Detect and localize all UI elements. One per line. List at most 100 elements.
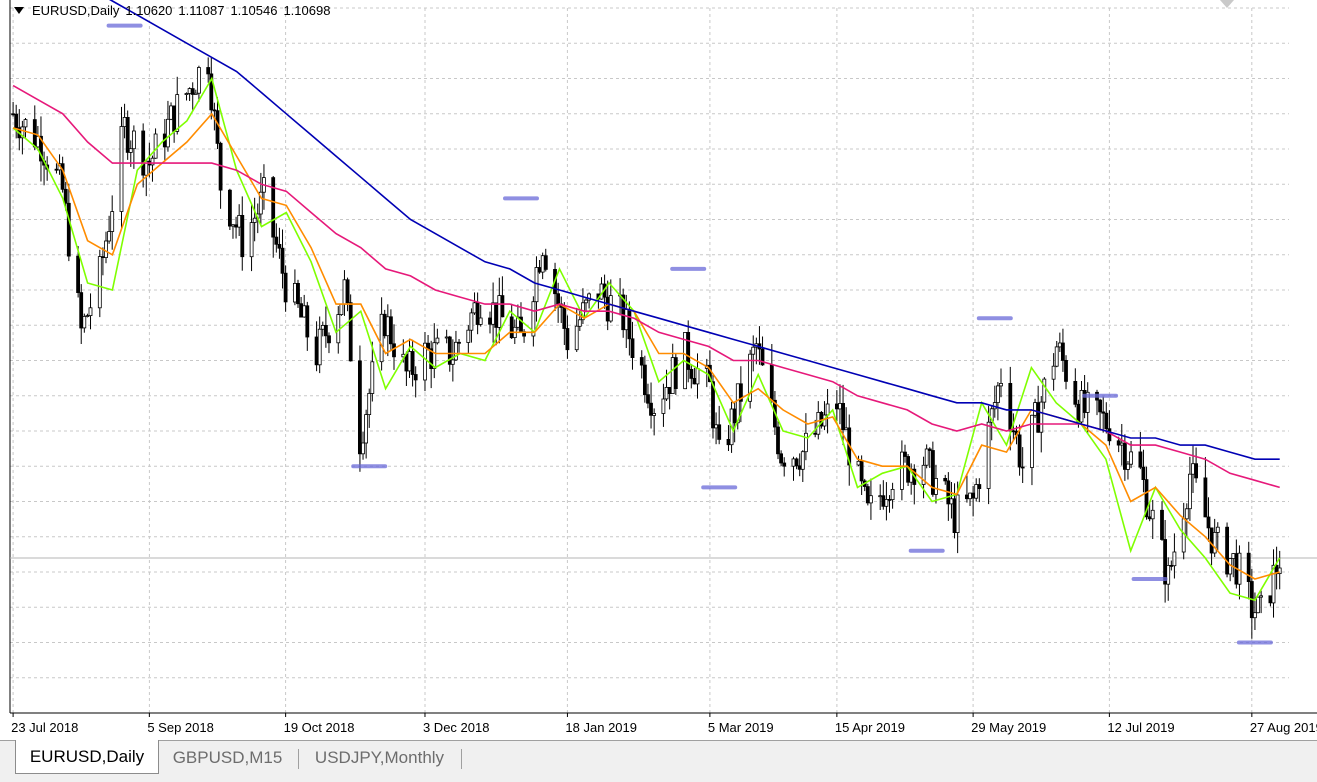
candle-body bbox=[791, 458, 796, 467]
tab-eurusd-daily[interactable]: EURUSD,Daily bbox=[15, 740, 159, 774]
candle-body bbox=[584, 299, 588, 304]
x-tick-label: 27 Aug 2019 bbox=[1250, 720, 1317, 735]
chart-area[interactable]: 23 Jul 2018 5 Sep 2018 19 Oct 2018 3 Dec 20… bbox=[0, 0, 1317, 740]
candle-body bbox=[955, 494, 960, 533]
candle-body bbox=[652, 413, 656, 416]
candle-body bbox=[751, 346, 756, 355]
candle-body bbox=[509, 316, 514, 339]
candle-body bbox=[472, 302, 477, 314]
candle-body bbox=[1039, 401, 1044, 433]
candle-body bbox=[110, 211, 115, 232]
candle-body bbox=[986, 421, 991, 489]
candle-body bbox=[1225, 526, 1229, 575]
fractal-marker bbox=[701, 485, 738, 490]
candle-body bbox=[227, 189, 232, 227]
candle-body bbox=[1119, 442, 1124, 446]
candle-body bbox=[466, 329, 471, 343]
price-chart[interactable]: 23 Jul 2018 5 Sep 2018 19 Oct 2018 3 Dec 20… bbox=[0, 0, 1317, 740]
candle-body bbox=[769, 364, 774, 401]
candle-body bbox=[165, 118, 170, 148]
candle-body bbox=[794, 458, 799, 467]
candle-body bbox=[670, 357, 675, 395]
fractal-marker bbox=[670, 266, 707, 271]
dropdown-triangle-icon[interactable] bbox=[14, 7, 24, 14]
candle-body bbox=[543, 255, 548, 270]
candle-body bbox=[172, 105, 177, 132]
candle-body bbox=[392, 343, 396, 358]
x-tick-label: 19 Oct 2018 bbox=[284, 720, 355, 735]
candle-body bbox=[890, 488, 895, 500]
candle-body bbox=[1033, 402, 1037, 416]
x-tick-label: 29 May 2019 bbox=[971, 720, 1046, 735]
candle-body bbox=[692, 377, 697, 385]
candle-body bbox=[237, 214, 242, 228]
candle-body bbox=[859, 460, 864, 482]
candle-body bbox=[348, 302, 353, 362]
candle-body bbox=[996, 385, 1000, 403]
candle-body bbox=[1212, 532, 1217, 554]
x-tick-label: 5 Mar 2019 bbox=[708, 720, 774, 735]
candle-body bbox=[977, 484, 982, 489]
candle-body bbox=[1147, 516, 1152, 520]
fractal-marker bbox=[1131, 577, 1168, 581]
candle-body bbox=[574, 325, 579, 351]
candle-body bbox=[432, 342, 437, 370]
candle-body bbox=[804, 432, 808, 453]
candle-body bbox=[475, 302, 480, 325]
candle-body bbox=[643, 364, 647, 396]
candle-body bbox=[494, 302, 499, 328]
candle-body bbox=[314, 336, 319, 366]
candle-body bbox=[413, 374, 418, 381]
candle-body bbox=[627, 309, 632, 340]
candle-body bbox=[119, 126, 124, 212]
candle-body bbox=[1246, 552, 1251, 583]
fractal-marker bbox=[976, 316, 1013, 321]
candle-body bbox=[952, 498, 957, 533]
candle-body bbox=[367, 392, 372, 415]
candle-body bbox=[869, 495, 873, 504]
candle-body bbox=[385, 316, 390, 337]
candle-body bbox=[299, 303, 304, 318]
candle-body bbox=[1042, 378, 1047, 403]
candle-body bbox=[649, 402, 653, 416]
candle-body bbox=[630, 338, 635, 358]
candle-body bbox=[249, 222, 254, 258]
candle-body bbox=[193, 92, 198, 95]
candle-body bbox=[292, 282, 297, 303]
tab-gbpusd-m15[interactable]: GBPUSD,M15 bbox=[160, 743, 295, 773]
candle-body bbox=[342, 279, 347, 305]
chart-header: EURUSD,Daily 1.10620 1.11087 1.10546 1.1… bbox=[14, 3, 330, 18]
candle-body bbox=[856, 460, 861, 466]
candle-body bbox=[537, 267, 542, 273]
candle-body bbox=[884, 498, 889, 507]
tab-usdjpy-monthly[interactable]: USDJPY,Monthly bbox=[301, 743, 458, 773]
candle-body bbox=[212, 109, 217, 112]
candle-body bbox=[556, 293, 560, 305]
candle-body bbox=[1172, 551, 1177, 567]
candle-body bbox=[689, 368, 694, 379]
candle-body bbox=[1104, 412, 1109, 430]
candle-body bbox=[101, 256, 105, 259]
candle-body bbox=[141, 130, 146, 176]
candle-body bbox=[624, 309, 629, 331]
candle-body bbox=[11, 113, 16, 116]
candle-body bbox=[717, 424, 722, 440]
candle-body bbox=[608, 295, 613, 322]
candle-body bbox=[565, 328, 570, 351]
candle-body bbox=[234, 224, 239, 228]
candle-body bbox=[407, 351, 412, 372]
candle-body bbox=[122, 117, 127, 128]
one-click-trading-icon[interactable] bbox=[1220, 0, 1234, 8]
candle-body bbox=[320, 324, 325, 330]
candle-body bbox=[231, 224, 235, 227]
candle-body bbox=[999, 382, 1003, 387]
candle-body bbox=[1054, 346, 1059, 367]
candle-body bbox=[667, 386, 672, 394]
candle-body bbox=[1150, 509, 1155, 520]
candle-body bbox=[1141, 466, 1146, 481]
tab-separator bbox=[461, 749, 462, 769]
candle-body bbox=[125, 117, 130, 153]
candle-body bbox=[1129, 451, 1133, 465]
candle-body bbox=[283, 272, 288, 303]
candle-body bbox=[491, 302, 496, 325]
